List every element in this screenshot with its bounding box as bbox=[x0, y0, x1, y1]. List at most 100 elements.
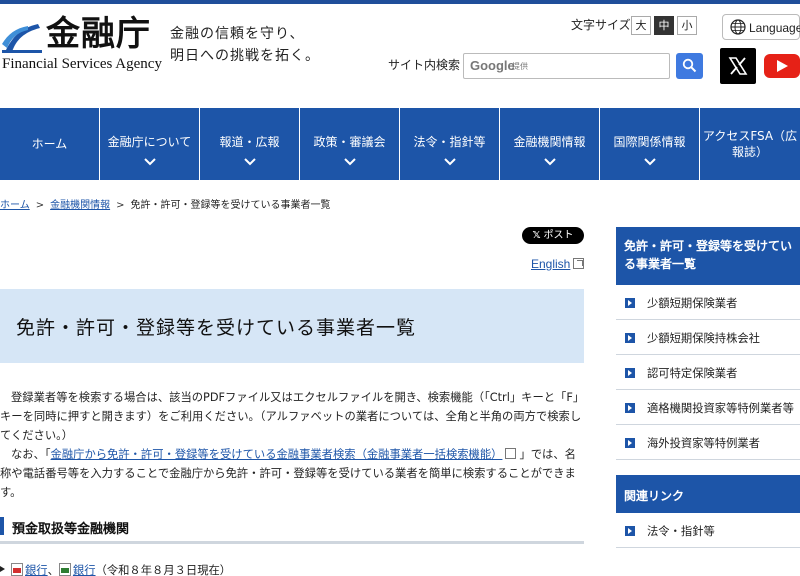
breadcrumb: ホーム > 金融機関情報 > 免許・許可・登録等を受けている事業者一覧 bbox=[0, 196, 330, 211]
top-accent-bar bbox=[0, 0, 800, 4]
breadcrumb-current: 免許・許可・登録等を受けている事業者一覧 bbox=[130, 200, 331, 211]
nav-label: 国際関係情報 bbox=[613, 135, 686, 149]
page-title-box: 免許・許可・登録等を受けている事業者一覧 bbox=[0, 289, 584, 363]
related-links-list: 法令・指針等 bbox=[616, 513, 800, 548]
file-separator: 、 bbox=[47, 564, 59, 576]
x-logo-icon bbox=[728, 57, 748, 75]
related-links-heading: 関連リンク bbox=[616, 475, 800, 513]
nav-label-line-1: アクセスFSA（広 bbox=[702, 129, 798, 143]
nav-item-press[interactable]: 報道・広報 bbox=[200, 108, 300, 180]
nav-item-home[interactable]: ホーム bbox=[0, 108, 100, 180]
chevron-down-icon bbox=[643, 158, 656, 166]
chevron-down-icon bbox=[243, 158, 256, 166]
nav-label-line-2: 報誌） bbox=[731, 145, 768, 159]
sidebar-item-label: 認可特定保険業者 bbox=[647, 367, 738, 380]
search-icon bbox=[682, 58, 697, 73]
page-title: 免許・許可・登録等を受けている事業者一覧 bbox=[16, 317, 417, 339]
sidebar-heading: 免許・許可・登録等を受けている事業者一覧 bbox=[616, 227, 800, 285]
language-button[interactable]: Language bbox=[722, 14, 800, 40]
sidebar-item-overseas-investors[interactable]: 海外投資家等特例業者 bbox=[616, 425, 800, 460]
search-button[interactable] bbox=[676, 53, 703, 79]
external-link-icon bbox=[573, 258, 584, 269]
file-date: （令和８年８月３日現在） bbox=[95, 564, 232, 576]
arrow-square-icon bbox=[625, 298, 635, 308]
file-list-item: 銀行、 銀行（令和８年８月３日現在） bbox=[0, 562, 231, 576]
youtube-button[interactable] bbox=[764, 54, 800, 78]
site-search-label: サイト内検索 bbox=[388, 58, 461, 72]
breadcrumb-home-link[interactable]: ホーム bbox=[0, 200, 30, 211]
font-size-large-button[interactable]: 大 bbox=[631, 16, 651, 35]
nav-item-laws[interactable]: 法令・指針等 bbox=[400, 108, 500, 180]
nav-label: ホーム bbox=[31, 137, 68, 151]
x-social-button[interactable] bbox=[720, 48, 756, 84]
para2-prefix: なお、「 bbox=[11, 448, 51, 461]
x-post-button[interactable]: 𝕏 ポスト bbox=[522, 227, 584, 244]
intro-paragraph-1: 登録業者等を検索する場合は、該当のPDFファイル又はエクセルファイルを開き、検索… bbox=[0, 391, 582, 442]
nav-item-institutions[interactable]: 金融機関情報 bbox=[500, 108, 600, 180]
section-heading-text: 預金取扱等金融機関 bbox=[12, 522, 130, 537]
excel-file-icon bbox=[58, 563, 71, 576]
arrow-square-icon bbox=[625, 368, 635, 378]
chevron-down-icon bbox=[443, 158, 456, 166]
global-nav: ホーム 金融庁について 報道・広報 政策・審議会 法令・指針等 金融機関情報 国… bbox=[0, 108, 800, 180]
nav-label: アクセスFSA（広 報誌） bbox=[700, 128, 800, 160]
sidebar-list: 少額短期保険業者 少額短期保険持株会社 認可特定保険業者 適格機関投資家等特例業… bbox=[616, 285, 800, 460]
bank-excel-link[interactable]: 銀行 bbox=[73, 564, 96, 576]
nav-item-access-fsa[interactable]: アクセスFSA（広 報誌） bbox=[700, 108, 800, 180]
chevron-down-icon bbox=[143, 158, 156, 166]
post-label: ポスト bbox=[543, 230, 574, 241]
arrow-square-icon bbox=[625, 403, 635, 413]
sidebar-item-small-amount-holding[interactable]: 少額短期保険持株会社 bbox=[616, 320, 800, 355]
fsa-logo-mark-icon bbox=[2, 24, 42, 53]
external-link-icon bbox=[505, 448, 517, 459]
globe-icon bbox=[730, 19, 746, 35]
language-label: Language bbox=[749, 21, 800, 35]
sidebar-item-specified-insurers[interactable]: 認可特定保険業者 bbox=[616, 355, 800, 390]
english-link[interactable]: English bbox=[531, 257, 570, 271]
bulk-search-link[interactable]: 金融庁から免許・許可・登録等を受けている金融事業者検索（金融事業者一括検索機能） bbox=[51, 448, 503, 461]
breadcrumb-separator: > bbox=[35, 200, 45, 211]
heading-accent-bar bbox=[0, 517, 4, 535]
sidebar-item-label: 少額短期保険持株会社 bbox=[647, 332, 760, 345]
bullet-triangle-icon bbox=[0, 566, 5, 572]
related-item-laws[interactable]: 法令・指針等 bbox=[616, 513, 800, 548]
google-provided-text: 提供 bbox=[512, 62, 528, 71]
related-item-label: 法令・指針等 bbox=[647, 525, 715, 538]
nav-item-international[interactable]: 国際関係情報 bbox=[600, 108, 700, 180]
arrow-square-icon bbox=[625, 333, 635, 343]
font-size-small-button[interactable]: 小 bbox=[677, 16, 697, 35]
pdf-file-icon bbox=[11, 563, 23, 576]
section-heading-deposit: 預金取扱等金融機関 bbox=[0, 516, 584, 544]
intro-paragraph-2: なお、「金融庁から免許・許可・登録等を受けている金融事業者検索（金融事業者一括検… bbox=[0, 445, 584, 502]
chevron-down-icon bbox=[343, 158, 356, 166]
google-brand-text: Google bbox=[470, 58, 515, 73]
arrow-square-icon bbox=[625, 438, 635, 448]
tagline: 金融の信頼を守り、 明日への挑戦を拓く。 bbox=[170, 23, 320, 67]
arrow-square-icon bbox=[625, 526, 635, 536]
tagline-line-1: 金融の信頼を守り、 bbox=[170, 26, 305, 42]
nav-label: 報道・広報 bbox=[219, 135, 280, 149]
tagline-line-2: 明日への挑戦を拓く。 bbox=[170, 48, 320, 64]
sidebar-item-label: 適格機関投資家等特例業者等 bbox=[647, 402, 794, 415]
sidebar-item-label: 海外投資家等特例業者 bbox=[647, 437, 760, 450]
font-size-label: 文字サイズ bbox=[571, 18, 631, 32]
nav-item-policy[interactable]: 政策・審議会 bbox=[300, 108, 400, 180]
sidebar-item-label: 少額短期保険業者 bbox=[647, 297, 738, 310]
nav-label: 金融庁について bbox=[107, 135, 192, 149]
font-size-medium-button[interactable]: 中 bbox=[654, 16, 674, 35]
chevron-down-icon bbox=[543, 158, 556, 166]
logo-kanji-text: 金融庁 bbox=[46, 14, 151, 54]
intro-text: 登録業者等を検索する場合は、該当のPDFファイル又はエクセルファイルを開き、検索… bbox=[0, 388, 584, 502]
sidebar-item-qualified-investors[interactable]: 適格機関投資家等特例業者等 bbox=[616, 390, 800, 425]
nav-label: 法令・指針等 bbox=[413, 135, 486, 149]
bank-pdf-link[interactable]: 銀行 bbox=[25, 564, 48, 576]
nav-item-about[interactable]: 金融庁について bbox=[100, 108, 200, 180]
logo-english-text: Financial Services Agency bbox=[2, 56, 162, 72]
x-small-icon: 𝕏 bbox=[532, 230, 541, 241]
nav-label: 政策・審議会 bbox=[313, 135, 386, 149]
site-search-input[interactable]: Google 提供 bbox=[463, 53, 670, 79]
play-icon bbox=[777, 60, 788, 72]
sidebar-item-small-amount-insurers[interactable]: 少額短期保険業者 bbox=[616, 285, 800, 320]
breadcrumb-separator: > bbox=[116, 200, 125, 211]
breadcrumb-institutions-link[interactable]: 金融機関情報 bbox=[50, 200, 110, 211]
